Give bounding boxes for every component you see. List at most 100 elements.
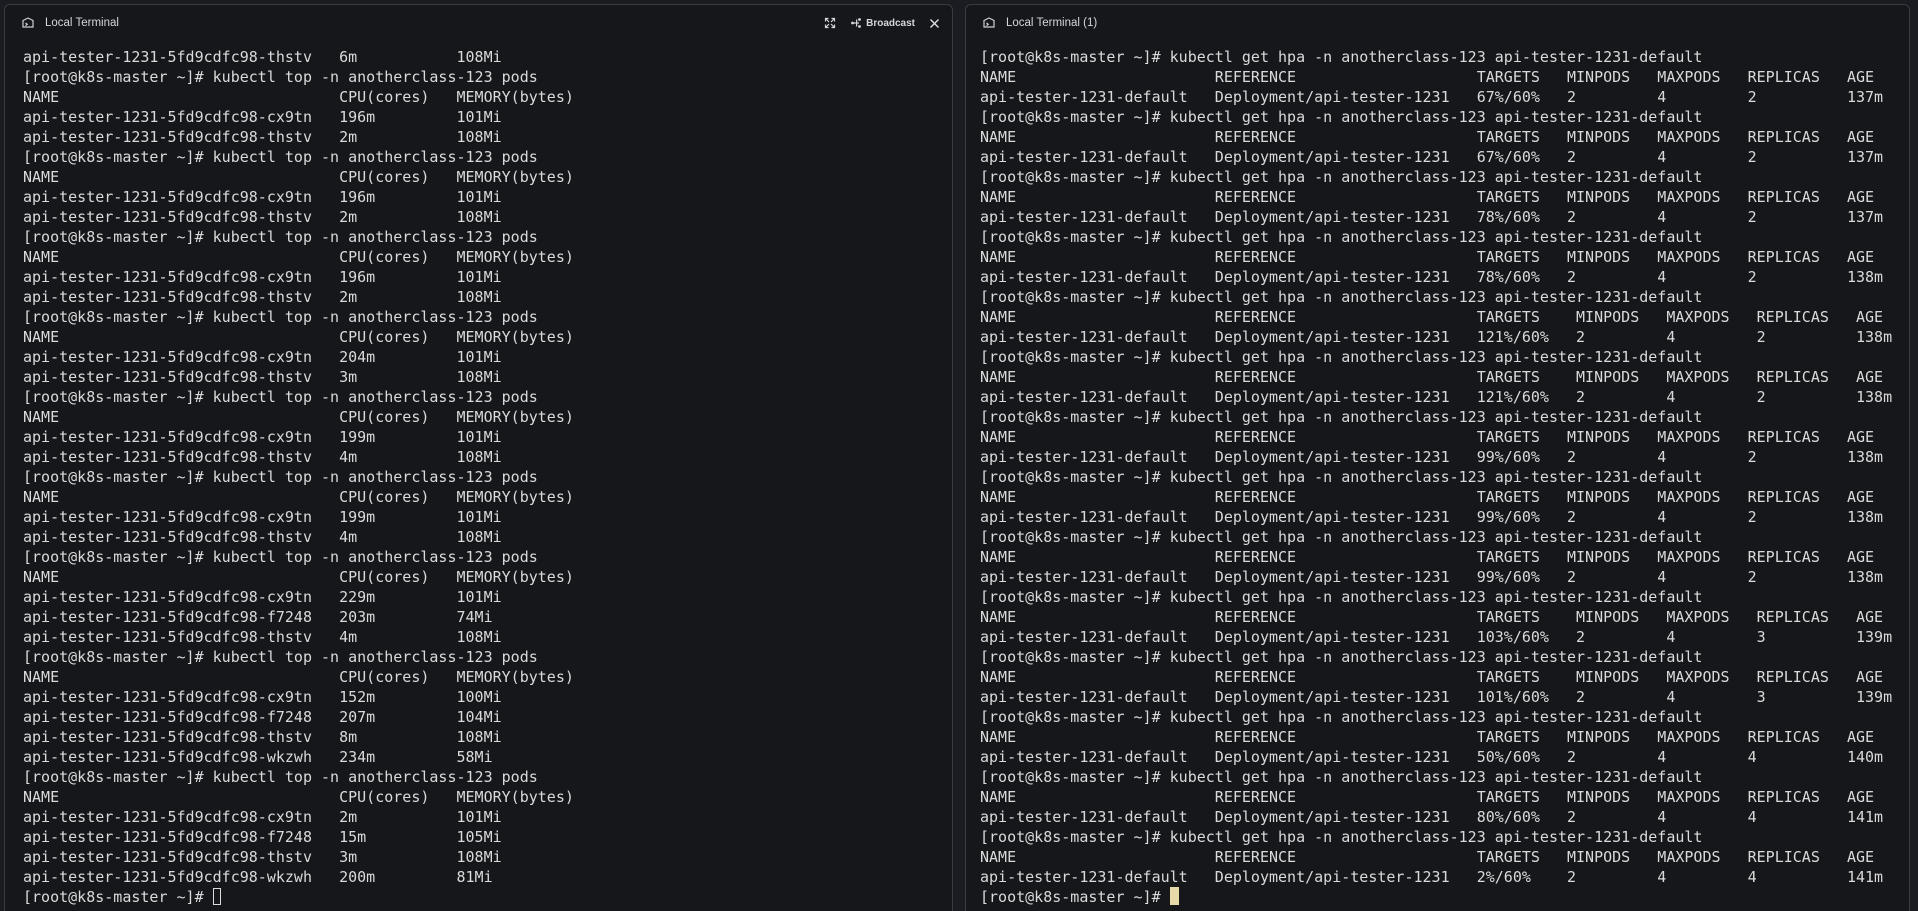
terminal-line: api-tester-1231-5fd9cdfc98-thstv 2m 108M… [23, 288, 502, 306]
terminal-line: [root@k8s-master ~]# kubectl get hpa -n … [980, 768, 1703, 786]
terminal-line: api-tester-1231-default Deployment/api-t… [980, 628, 1893, 646]
terminal-tab-title[interactable]: Local Terminal (1) [1006, 17, 1097, 29]
terminal-line: api-tester-1231-5fd9cdfc98-f7248 203m 74… [23, 608, 493, 626]
terminal-line: [root@k8s-master ~]# kubectl get hpa -n … [980, 288, 1703, 306]
terminal-line: api-tester-1231-5fd9cdfc98-thstv 4m 108M… [23, 448, 502, 466]
terminal-line: NAME REFERENCE TARGETS MINPODS MAXPODS R… [980, 788, 1875, 806]
terminal-line: api-tester-1231-5fd9cdfc98-thstv 3m 108M… [23, 848, 502, 866]
terminal-line: api-tester-1231-5fd9cdfc98-thstv 8m 108M… [23, 728, 502, 746]
terminal-line: NAME REFERENCE TARGETS MINPODS MAXPODS R… [980, 68, 1875, 86]
terminal-line: api-tester-1231-5fd9cdfc98-wkzwh 234m 58… [23, 748, 493, 766]
terminal-line: [root@k8s-master ~]# kubectl top -n anot… [23, 648, 538, 666]
terminal-line: [root@k8s-master ~]# kubectl top -n anot… [23, 548, 538, 566]
terminal-line: [root@k8s-master ~]# kubectl top -n anot… [23, 768, 538, 786]
terminal-line: api-tester-1231-5fd9cdfc98-cx9tn 229m 10… [23, 588, 502, 606]
terminal-line: NAME CPU(cores) MEMORY(bytes) [23, 168, 574, 186]
terminal-line: api-tester-1231-default Deployment/api-t… [980, 148, 1884, 166]
terminal-line: api-tester-1231-default Deployment/api-t… [980, 688, 1893, 706]
terminal-line: NAME CPU(cores) MEMORY(bytes) [23, 248, 574, 266]
terminal-prompt-line[interactable]: [root@k8s-master ~]# [980, 887, 1903, 907]
terminal-line: api-tester-1231-default Deployment/api-t… [980, 448, 1884, 466]
terminal-line: [root@k8s-master ~]# kubectl get hpa -n … [980, 348, 1703, 366]
broadcast-label: Broadcast [866, 17, 915, 29]
terminal-line: NAME CPU(cores) MEMORY(bytes) [23, 408, 574, 426]
terminal-line: [root@k8s-master ~]# kubectl get hpa -n … [980, 648, 1703, 666]
terminal-line: [root@k8s-master ~]# kubectl get hpa -n … [980, 228, 1703, 246]
terminal-line: NAME REFERENCE TARGETS MINPODS MAXPODS R… [980, 728, 1875, 746]
terminal-prompt: [root@k8s-master ~]# [980, 888, 1170, 906]
terminal-line: NAME REFERENCE TARGETS MINPODS MAXPODS R… [980, 368, 1884, 386]
terminal-line: api-tester-1231-default Deployment/api-t… [980, 568, 1884, 586]
terminal-session-icon [21, 16, 35, 30]
terminal-line: api-tester-1231-default Deployment/api-t… [980, 808, 1884, 826]
terminal-line: [root@k8s-master ~]# kubectl get hpa -n … [980, 48, 1703, 66]
terminal-prompt: [root@k8s-master ~]# [23, 888, 213, 906]
terminal-line: api-tester-1231-5fd9cdfc98-thstv 2m 108M… [23, 208, 502, 226]
terminal-line: api-tester-1231-default Deployment/api-t… [980, 868, 1884, 886]
terminal-line: [root@k8s-master ~]# kubectl get hpa -n … [980, 108, 1703, 126]
terminal-line: [root@k8s-master ~]# kubectl get hpa -n … [980, 588, 1703, 606]
terminal-line: api-tester-1231-5fd9cdfc98-thstv 4m 108M… [23, 528, 502, 546]
terminal-line: NAME REFERENCE TARGETS MINPODS MAXPODS R… [980, 128, 1875, 146]
terminal-tab-title[interactable]: Local Terminal [45, 17, 119, 29]
terminal-line: [root@k8s-master ~]# kubectl top -n anot… [23, 468, 538, 486]
terminal-line: [root@k8s-master ~]# kubectl get hpa -n … [980, 408, 1703, 426]
terminal-line: NAME CPU(cores) MEMORY(bytes) [23, 488, 574, 506]
terminal-line: NAME REFERENCE TARGETS MINPODS MAXPODS R… [980, 488, 1875, 506]
terminal-line: api-tester-1231-5fd9cdfc98-cx9tn 196m 10… [23, 108, 502, 126]
terminal-line: NAME REFERENCE TARGETS MINPODS MAXPODS R… [980, 188, 1875, 206]
terminal-line: api-tester-1231-5fd9cdfc98-cx9tn 204m 10… [23, 348, 502, 366]
terminal-line: api-tester-1231-5fd9cdfc98-thstv 3m 108M… [23, 368, 502, 386]
terminal-line: [root@k8s-master ~]# kubectl top -n anot… [23, 308, 538, 326]
broadcast-button[interactable]: Broadcast [850, 17, 915, 29]
terminal-session-icon [982, 16, 996, 30]
terminal-line: api-tester-1231-5fd9cdfc98-wkzwh 200m 81… [23, 868, 493, 886]
terminal-cursor [212, 888, 221, 905]
terminal-line: api-tester-1231-default Deployment/api-t… [980, 388, 1893, 406]
close-button[interactable] [929, 18, 940, 29]
terminal-line: api-tester-1231-5fd9cdfc98-thstv 4m 108M… [23, 628, 502, 646]
terminal-line: api-tester-1231-default Deployment/api-t… [980, 88, 1884, 106]
terminal-prompt-line[interactable]: [root@k8s-master ~]# [23, 887, 946, 907]
terminal-line: api-tester-1231-default Deployment/api-t… [980, 508, 1884, 526]
terminal-line: api-tester-1231-5fd9cdfc98-f7248 207m 10… [23, 708, 502, 726]
terminal-line: NAME REFERENCE TARGETS MINPODS MAXPODS R… [980, 848, 1875, 866]
terminal-line: NAME CPU(cores) MEMORY(bytes) [23, 328, 574, 346]
terminal-line: api-tester-1231-default Deployment/api-t… [980, 208, 1884, 226]
terminal-line: NAME CPU(cores) MEMORY(bytes) [23, 788, 574, 806]
terminal-line: api-tester-1231-5fd9cdfc98-cx9tn 152m 10… [23, 688, 502, 706]
terminal-line: NAME REFERENCE TARGETS MINPODS MAXPODS R… [980, 548, 1875, 566]
terminal-line: NAME CPU(cores) MEMORY(bytes) [23, 568, 574, 586]
terminal-pane-right[interactable]: Local Terminal (1) [root@k8s-master ~]# … [965, 4, 1910, 911]
terminal-line: [root@k8s-master ~]# kubectl top -n anot… [23, 228, 538, 246]
terminal-line: NAME REFERENCE TARGETS MINPODS MAXPODS R… [980, 668, 1884, 686]
terminal-output[interactable]: api-tester-1231-5fd9cdfc98-thstv 6m 108M… [23, 47, 946, 907]
terminal-line: api-tester-1231-5fd9cdfc98-cx9tn 199m 10… [23, 508, 502, 526]
terminal-line: api-tester-1231-5fd9cdfc98-thstv 2m 108M… [23, 128, 502, 146]
terminal-line: api-tester-1231-5fd9cdfc98-cx9tn 199m 10… [23, 428, 502, 446]
terminal-line: [root@k8s-master ~]# kubectl top -n anot… [23, 68, 538, 86]
terminal-line: api-tester-1231-5fd9cdfc98-cx9tn 2m 101M… [23, 808, 502, 826]
terminal-cursor [1169, 887, 1179, 905]
expand-button[interactable] [824, 17, 836, 29]
terminal-line: [root@k8s-master ~]# kubectl get hpa -n … [980, 708, 1703, 726]
terminal-line: NAME REFERENCE TARGETS MINPODS MAXPODS R… [980, 428, 1875, 446]
terminal-line: NAME CPU(cores) MEMORY(bytes) [23, 88, 574, 106]
terminal-output[interactable]: [root@k8s-master ~]# kubectl get hpa -n … [980, 47, 1903, 907]
terminal-line: [root@k8s-master ~]# kubectl top -n anot… [23, 388, 538, 406]
terminal-tab-bar: Local Terminal (1) [966, 5, 1909, 41]
terminal-line: NAME CPU(cores) MEMORY(bytes) [23, 668, 574, 686]
terminal-line: NAME REFERENCE TARGETS MINPODS MAXPODS R… [980, 308, 1884, 326]
terminal-line: [root@k8s-master ~]# kubectl get hpa -n … [980, 828, 1703, 846]
terminal-line: api-tester-1231-5fd9cdfc98-cx9tn 196m 10… [23, 188, 502, 206]
terminal-line: api-tester-1231-5fd9cdfc98-thstv 6m 108M… [23, 48, 502, 66]
terminal-pane-left[interactable]: Local Terminal Broadcast api-tester-1231… [4, 4, 953, 911]
terminal-line: api-tester-1231-default Deployment/api-t… [980, 328, 1893, 346]
terminal-line: api-tester-1231-default Deployment/api-t… [980, 748, 1884, 766]
terminal-line: NAME REFERENCE TARGETS MINPODS MAXPODS R… [980, 248, 1875, 266]
terminal-tab-actions: Broadcast [824, 5, 940, 41]
terminal-line: [root@k8s-master ~]# kubectl top -n anot… [23, 148, 538, 166]
terminal-line: NAME REFERENCE TARGETS MINPODS MAXPODS R… [980, 608, 1884, 626]
terminal-line: [root@k8s-master ~]# kubectl get hpa -n … [980, 528, 1703, 546]
expand-icon [824, 17, 836, 29]
